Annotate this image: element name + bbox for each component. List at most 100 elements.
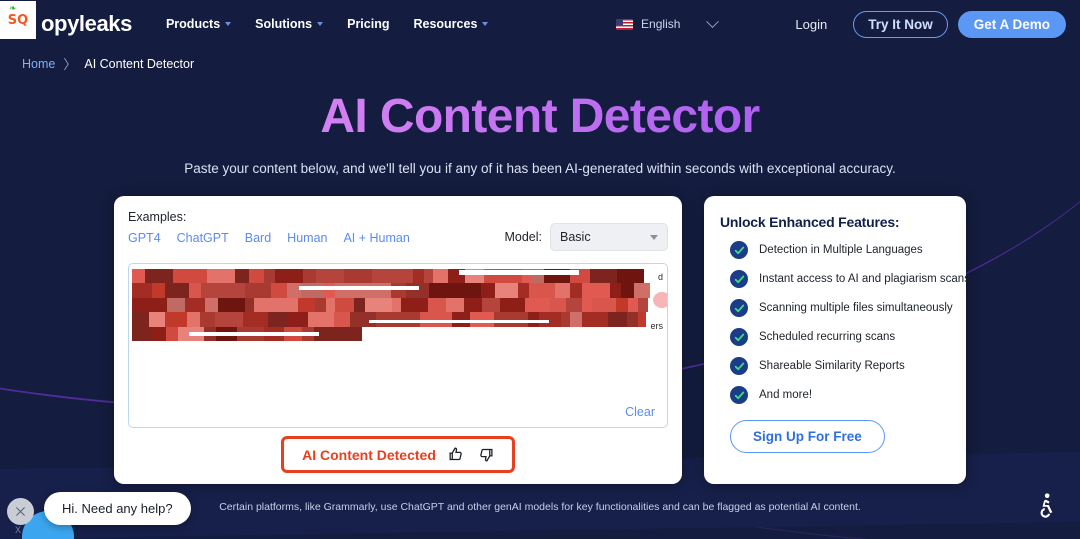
redacted-text-block: [152, 283, 165, 298]
example-link-human[interactable]: Human: [287, 231, 327, 245]
nav-item-resources[interactable]: Resources: [413, 17, 489, 31]
check-circle-icon: [730, 386, 748, 404]
check-circle-icon: [730, 241, 748, 259]
redacted-text-block: [566, 297, 582, 313]
redaction-streak: [459, 270, 579, 275]
language-selector[interactable]: English: [616, 14, 720, 31]
redacted-text-block: [275, 269, 303, 284]
content-textarea[interactable]: d ers Clear: [128, 263, 668, 428]
sign-up-for-free-button[interactable]: Sign Up For Free: [730, 420, 885, 453]
redacted-text-block: [464, 297, 482, 313]
model-selector-group: Model: Basic: [504, 210, 668, 251]
chevron-down-icon: [482, 22, 489, 26]
feature-item: And more!: [720, 386, 950, 404]
examples-links: GPT4 ChatGPT Bard Human AI + Human: [128, 231, 410, 245]
model-label: Model:: [504, 230, 542, 244]
redacted-text-block: [341, 326, 362, 341]
ai-detection-result: AI Content Detected: [281, 436, 515, 473]
chevron-down-icon: [706, 14, 720, 28]
example-link-bard[interactable]: Bard: [245, 231, 271, 245]
breadcrumb-home-link[interactable]: Home: [22, 57, 55, 71]
nav-label: Solutions: [255, 17, 313, 31]
redacted-text-block: [149, 312, 165, 327]
redacted-text-block: [616, 297, 628, 313]
feature-item: Scanning multiple files simultaneously: [720, 299, 953, 317]
redacted-text-block: [638, 312, 646, 327]
redaction-dot: [653, 292, 667, 308]
redacted-text-block: [201, 283, 229, 298]
redacted-text-block: [189, 283, 201, 298]
accessibility-button[interactable]: [1026, 485, 1066, 525]
breadcrumb-separator-icon: 〉: [63, 57, 77, 72]
redacted-text-block: [626, 269, 644, 284]
redacted-text-block: [229, 283, 245, 298]
redacted-text-block: [166, 326, 178, 341]
us-flag-icon: [616, 18, 634, 30]
redacted-text-block: [245, 297, 254, 313]
redacted-text-block: [268, 312, 287, 327]
redacted-text-block: [401, 297, 428, 313]
content-fragment: d: [657, 272, 663, 282]
redacted-text-block: [132, 326, 151, 341]
try-it-now-button[interactable]: Try It Now: [853, 10, 948, 38]
redacted-text-block: [165, 283, 189, 298]
redacted-text-block: [617, 269, 626, 284]
examples-group: Examples: GPT4 ChatGPT Bard Human AI + H…: [128, 210, 410, 245]
login-link[interactable]: Login: [795, 17, 827, 32]
redacted-text-block: [590, 269, 617, 284]
chat-close-label: X: [15, 525, 22, 535]
nav-item-solutions[interactable]: Solutions: [255, 17, 324, 31]
leaf-icon: ❧: [9, 3, 17, 13]
feature-label: Scheduled recurring scans: [759, 331, 896, 343]
redacted-text-block: [264, 269, 275, 284]
redacted-text-block: [132, 269, 145, 284]
content-fragment: ers: [650, 321, 663, 331]
wheelchair-accessibility-icon: [1040, 493, 1053, 518]
redacted-text-block: [145, 269, 173, 284]
close-icon: [16, 507, 25, 516]
redacted-text-block: [550, 297, 566, 313]
redacted-text-block: [392, 297, 401, 313]
redacted-text-block: [482, 297, 500, 313]
redacted-text-block: [316, 269, 344, 284]
thumbs-up-icon[interactable]: [448, 446, 465, 463]
redacted-text-block: [132, 312, 149, 327]
brand-logo[interactable]: opyleaks ❧ SQ: [0, 1, 132, 39]
redacted-text-block: [173, 269, 190, 284]
model-select[interactable]: Basic: [550, 223, 668, 251]
brand-name: opyleaks: [41, 11, 132, 36]
redacted-text-block: [315, 297, 326, 313]
nav-item-pricing[interactable]: Pricing: [347, 17, 389, 31]
page-title: AI Content Detector: [0, 87, 1080, 147]
redacted-text-block: [167, 297, 185, 313]
feature-label: Instant access to AI and plagiarism scan…: [759, 273, 970, 285]
model-selected-value: Basic: [560, 230, 591, 244]
redacted-text-block: [610, 283, 621, 298]
redacted-text-block: [190, 269, 207, 284]
redacted-text-block: [634, 283, 645, 298]
nav-label: Pricing: [347, 17, 390, 31]
breadcrumb: Home 〉 AI Content Detector: [22, 54, 1080, 73]
example-link-ai-plus-human[interactable]: AI + Human: [343, 231, 409, 245]
chat-greeting-bubble[interactable]: Hi. Need any help?: [44, 492, 191, 525]
example-link-gpt4[interactable]: GPT4: [128, 231, 161, 245]
chat-close-button[interactable]: [7, 498, 34, 525]
redacted-text-block: [433, 269, 448, 284]
redacted-text-block: [481, 283, 495, 298]
redacted-text-block: [628, 297, 638, 313]
main-content: Examples: GPT4 ChatGPT Bard Human AI + H…: [114, 196, 1080, 484]
example-link-chatgpt[interactable]: ChatGPT: [177, 231, 229, 245]
feature-item: Scheduled recurring scans: [720, 328, 950, 346]
redacted-text-block: [151, 326, 166, 341]
redacted-text-block: [582, 297, 592, 313]
redacted-text-block: [413, 269, 424, 284]
clear-button[interactable]: Clear: [625, 405, 655, 419]
redacted-text-block: [143, 283, 152, 298]
redacted-text-block: [428, 297, 446, 313]
get-a-demo-button[interactable]: Get A Demo: [957, 10, 1066, 38]
nav-item-products[interactable]: Products: [166, 17, 232, 31]
signup-area: Sign Up For Free: [720, 420, 950, 453]
check-circle-icon: [730, 357, 748, 375]
thumbs-down-icon[interactable]: [477, 446, 494, 463]
features-card: Unlock Enhanced Features: Detection in M…: [704, 196, 970, 484]
